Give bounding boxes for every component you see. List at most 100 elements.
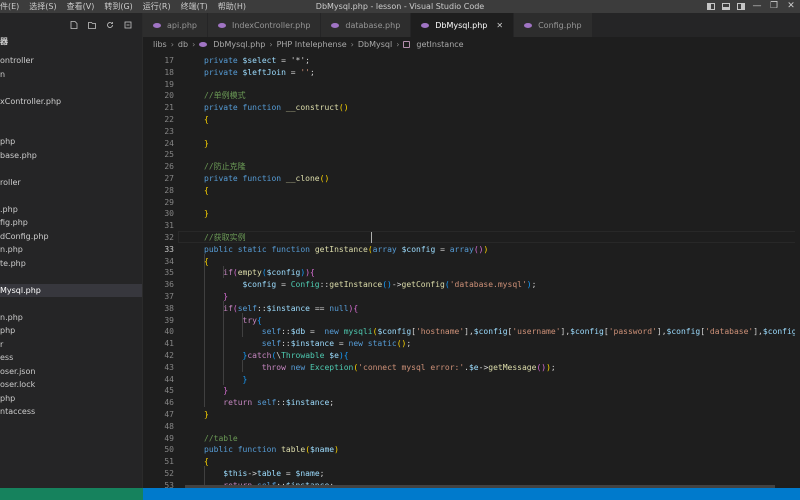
code-line[interactable]: } xyxy=(204,385,800,397)
code-line[interactable] xyxy=(204,149,800,161)
tab-indexcontroller-php[interactable]: IndexController.php xyxy=(207,13,322,37)
explorer-section-header[interactable]: 器 xyxy=(0,36,142,48)
code-line[interactable]: } xyxy=(204,291,800,303)
file-tree-item[interactable]: n xyxy=(0,68,142,82)
menu-item[interactable]: 终端(T) xyxy=(176,0,213,13)
code-token: () xyxy=(338,103,349,113)
tab-config-php[interactable]: Config.php xyxy=(514,13,593,37)
minimap[interactable] xyxy=(795,51,800,488)
code-line[interactable]: self::$db = new mysqli($config['hostname… xyxy=(204,326,800,338)
breadcrumb-item[interactable]: PHP Intelephense xyxy=(277,40,347,49)
file-tree-item[interactable]: php xyxy=(0,135,142,149)
toggle-panel-icon[interactable] xyxy=(722,3,730,10)
file-tree-item-active[interactable]: Mysql.php xyxy=(0,283,142,297)
file-tree-item[interactable]: dConfig.php xyxy=(0,230,142,244)
explorer-sidebar: 器 ontroller n xController.php php base.php ro… xyxy=(0,13,143,500)
code-line[interactable]: { xyxy=(204,185,800,197)
new-file-icon[interactable] xyxy=(70,20,78,29)
menu-item[interactable]: 查看(V) xyxy=(62,0,100,13)
file-tree-item[interactable]: roller xyxy=(0,176,142,190)
breadcrumb-item[interactable]: DbMysql xyxy=(358,40,392,49)
code-line[interactable]: private $select = '*'; xyxy=(204,55,800,67)
menu-item[interactable]: 帮助(H) xyxy=(213,0,251,13)
toggle-secondary-sidebar-icon[interactable] xyxy=(737,3,745,10)
breadcrumb-item[interactable]: getInstance xyxy=(416,40,463,49)
code-line[interactable] xyxy=(204,220,800,232)
toggle-sidebar-icon[interactable] xyxy=(707,3,715,10)
code-line[interactable]: try{ xyxy=(204,315,800,327)
code-line[interactable]: //防止克隆 xyxy=(204,161,800,173)
menu-item[interactable]: 件(E) xyxy=(0,0,24,13)
file-tree-item[interactable]: php xyxy=(0,392,142,406)
code-line[interactable]: { xyxy=(204,456,800,468)
code-line[interactable] xyxy=(204,126,800,138)
code-line[interactable]: $config = Config::getInstance()->getConf… xyxy=(204,279,800,291)
file-tree-item[interactable]: php xyxy=(0,324,142,338)
menu-item[interactable]: 转到(G) xyxy=(99,0,137,13)
minimize-icon[interactable]: — xyxy=(752,0,762,13)
code-line[interactable]: self::$instance = new static(); xyxy=(204,338,800,350)
file-tree-item[interactable]: oser.json xyxy=(0,365,142,379)
code-line[interactable]: public static function getInstance(array… xyxy=(204,244,800,256)
tab-close-icon[interactable]: ✕ xyxy=(496,21,503,30)
tab-dbmysql-php[interactable]: DbMysql.php ✕ xyxy=(411,13,515,37)
file-tree-item[interactable] xyxy=(0,270,142,284)
code-line[interactable]: private $leftJoin = ''; xyxy=(204,67,800,79)
breadcrumb-item[interactable]: db xyxy=(178,40,188,49)
file-tree-item[interactable] xyxy=(0,81,142,95)
file-tree-item[interactable]: ess xyxy=(0,351,142,365)
code-line[interactable] xyxy=(204,421,800,433)
code-line[interactable]: }catch(\Throwable $e){ xyxy=(204,350,800,362)
code-editor[interactable]: 17 18 19 20 21 22 23 24 25 26 27 28 29 30 31 32 33 34 35 36… xyxy=(143,51,800,488)
file-tree-item[interactable]: n.php xyxy=(0,243,142,257)
breadcrumb-item[interactable]: DbMysql.php xyxy=(213,40,265,49)
status-bar-remote[interactable] xyxy=(0,488,143,500)
code-line[interactable]: throw new Exception('connect mysql error… xyxy=(204,362,800,374)
code-line[interactable]: if(self::$instance == null){ xyxy=(204,303,800,315)
menu-item[interactable]: 选择(S) xyxy=(24,0,61,13)
code-line[interactable]: { xyxy=(204,256,800,268)
code-line[interactable]: } xyxy=(204,409,800,421)
file-tree-item[interactable]: base.php xyxy=(0,149,142,163)
breadcrumb-item[interactable]: libs xyxy=(153,40,167,49)
menu-item[interactable]: 运行(R) xyxy=(138,0,176,13)
code-line[interactable]: if(empty($config)){ xyxy=(204,267,800,279)
file-tree-item[interactable]: ontroller xyxy=(0,54,142,68)
file-tree-item[interactable]: fig.php xyxy=(0,216,142,230)
code-line[interactable]: } xyxy=(204,208,800,220)
file-tree-item[interactable] xyxy=(0,122,142,136)
code-line[interactable]: } xyxy=(204,138,800,150)
file-tree-item[interactable]: xController.php xyxy=(0,95,142,109)
code-line[interactable]: { xyxy=(204,114,800,126)
code-token: //单例模式 xyxy=(204,91,246,101)
code-line[interactable]: private function __clone() xyxy=(204,173,800,185)
file-tree-item[interactable] xyxy=(0,297,142,311)
file-tree-item[interactable] xyxy=(0,108,142,122)
code-line[interactable]: $this->table = $name; xyxy=(204,468,800,480)
code-line[interactable]: //单例模式 xyxy=(204,90,800,102)
file-tree-item[interactable]: ntaccess xyxy=(0,405,142,419)
code-line[interactable]: //获取实例 xyxy=(204,232,800,244)
file-tree-item[interactable]: n.php xyxy=(0,311,142,325)
code-lines[interactable]: private $select = '*'; private $leftJoin … xyxy=(204,55,800,488)
code-line[interactable]: //table xyxy=(204,433,800,445)
file-tree-item[interactable]: r xyxy=(0,338,142,352)
code-line[interactable] xyxy=(204,79,800,91)
code-line[interactable]: } xyxy=(204,374,800,386)
file-tree-item[interactable]: .php xyxy=(0,203,142,217)
file-tree-item[interactable]: te.php xyxy=(0,257,142,271)
close-icon[interactable]: ✕ xyxy=(786,0,796,13)
file-tree-item[interactable] xyxy=(0,162,142,176)
code-line[interactable]: public function table($name) xyxy=(204,444,800,456)
code-line[interactable]: return self::$instance; xyxy=(204,397,800,409)
collapse-all-icon[interactable] xyxy=(124,21,132,29)
refresh-icon[interactable] xyxy=(106,21,114,29)
file-tree-item[interactable]: oser.lock xyxy=(0,378,142,392)
tab-database-php[interactable]: database.php xyxy=(321,13,412,37)
file-tree-item[interactable] xyxy=(0,189,142,203)
code-line[interactable]: private function __construct() xyxy=(204,102,800,114)
new-folder-icon[interactable] xyxy=(88,21,96,29)
tab-api-php[interactable]: api.php xyxy=(143,13,208,37)
maximize-icon[interactable]: ❐ xyxy=(769,0,779,13)
code-line[interactable] xyxy=(204,197,800,209)
